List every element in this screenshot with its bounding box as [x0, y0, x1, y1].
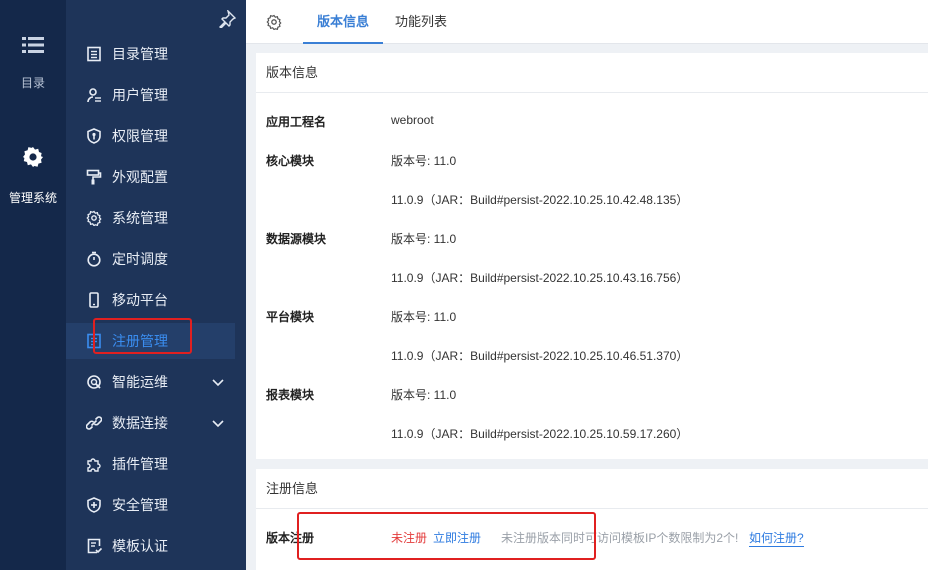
mobile-icon — [89, 292, 99, 308]
rail-item-admin-system[interactable]: 管理系统 — [0, 145, 66, 206]
sidebar-item-label: 用户管理 — [112, 87, 168, 103]
sidebar-item-scheduler[interactable]: 定时调度 — [66, 241, 246, 277]
list-icon — [22, 37, 44, 53]
row-value: 版本号: 11.0 — [391, 310, 457, 324]
rail-item-label: 目录 — [20, 76, 45, 90]
row-value: 版本号: 11.0 — [391, 154, 457, 168]
sidebar-item-label: 安全管理 — [112, 497, 168, 513]
row-key: 报表模块 — [266, 388, 315, 402]
version-info-card: 版本信息 应用工程名 webroot 核心模块 版本号: 11.0 11.0.9… — [256, 53, 928, 459]
sidebar-item-security[interactable]: 安全管理 — [66, 487, 246, 523]
annotation-highlight — [297, 512, 596, 560]
sidebar-item-mobile[interactable]: 移动平台 — [66, 282, 246, 318]
card-title: 注册信息 — [256, 469, 928, 509]
row-value: 版本号: 11.0 — [391, 388, 457, 402]
row-key: 核心模块 — [266, 154, 315, 168]
row-value: 11.0.9（JAR：Build#persist-2022.10.25.10.5… — [391, 427, 689, 441]
sidebar-item-label: 权限管理 — [112, 128, 168, 144]
sidebar-item-appearance[interactable]: 外观配置 — [66, 159, 246, 195]
row-key: 应用工程名 — [266, 115, 327, 129]
row-value: webroot — [391, 113, 434, 127]
sidebar-item-label: 系统管理 — [112, 210, 168, 226]
sidebar-item-label: 外观配置 — [112, 169, 168, 185]
row-value: 11.0.9（JAR：Build#persist-2022.10.25.10.4… — [391, 193, 689, 207]
sidebar-item-users[interactable]: 用户管理 — [66, 77, 246, 113]
row-key: 数据源模块 — [266, 232, 327, 246]
sidebar-item-system[interactable]: 系统管理 — [66, 200, 246, 236]
template-cert-icon — [87, 538, 102, 554]
row-value: 版本号: 11.0 — [391, 232, 457, 246]
sidebar-item-label: 定时调度 — [112, 251, 168, 267]
user-icon — [87, 88, 101, 103]
row-value: 11.0.9（JAR：Build#persist-2022.10.25.10.4… — [391, 349, 689, 363]
rail-item-directory[interactable]: 目录 — [0, 36, 66, 91]
sidebar-item-label: 模板认证 — [112, 538, 168, 554]
ops-icon — [87, 375, 101, 389]
pin-icon[interactable] — [218, 10, 236, 28]
gear-icon — [23, 147, 43, 167]
puzzle-icon — [87, 458, 101, 472]
admin-sidebar: 目录管理 用户管理 权限管理 外观配置 系统管理 定时调度 移动平台 注册管理 … — [66, 0, 246, 570]
tab-version-info[interactable]: 版本信息 — [302, 0, 384, 44]
sidebar-item-data-connection[interactable]: 数据连接 — [66, 405, 246, 441]
main-panel: 版本信息 功能列表 版本信息 应用工程名 webroot 核心模块 版本号: 1… — [246, 0, 928, 570]
sidebar-item-label: 插件管理 — [112, 456, 168, 472]
sidebar-item-label: 数据连接 — [112, 415, 168, 431]
rail-item-label: 管理系统 — [8, 191, 57, 205]
sidebar-item-template-cert[interactable]: 模板认证 — [66, 528, 246, 564]
catalog-icon — [87, 46, 101, 62]
sidebar-item-plugins[interactable]: 插件管理 — [66, 446, 246, 482]
gear-icon — [86, 210, 102, 226]
chevron-down-icon — [212, 420, 224, 428]
primary-rail: 目录 管理系统 — [0, 0, 66, 570]
tab-bar: 版本信息 功能列表 — [246, 0, 928, 44]
shield-plus-icon — [87, 497, 101, 513]
sidebar-item-label: 智能运维 — [112, 374, 168, 390]
card-title: 版本信息 — [256, 53, 928, 93]
row-key: 平台模块 — [266, 310, 315, 324]
sidebar-item-smart-ops[interactable]: 智能运维 — [66, 364, 246, 400]
link-icon — [86, 416, 102, 430]
chevron-down-icon — [212, 379, 224, 387]
stopwatch-icon — [87, 251, 101, 267]
annotation-highlight — [93, 318, 192, 354]
how-to-register-link[interactable]: 如何注册? — [749, 529, 804, 547]
permission-shield-icon — [87, 128, 101, 144]
tab-feature-list[interactable]: 功能列表 — [395, 0, 447, 44]
paint-roller-icon — [86, 169, 102, 185]
sidebar-item-label: 目录管理 — [112, 46, 168, 62]
sidebar-item-label: 移动平台 — [112, 292, 168, 308]
sidebar-item-catalog[interactable]: 目录管理 — [66, 36, 246, 72]
gear-icon[interactable] — [266, 14, 282, 30]
sidebar-item-permissions[interactable]: 权限管理 — [66, 118, 246, 154]
row-value: 11.0.9（JAR：Build#persist-2022.10.25.10.4… — [391, 271, 689, 285]
